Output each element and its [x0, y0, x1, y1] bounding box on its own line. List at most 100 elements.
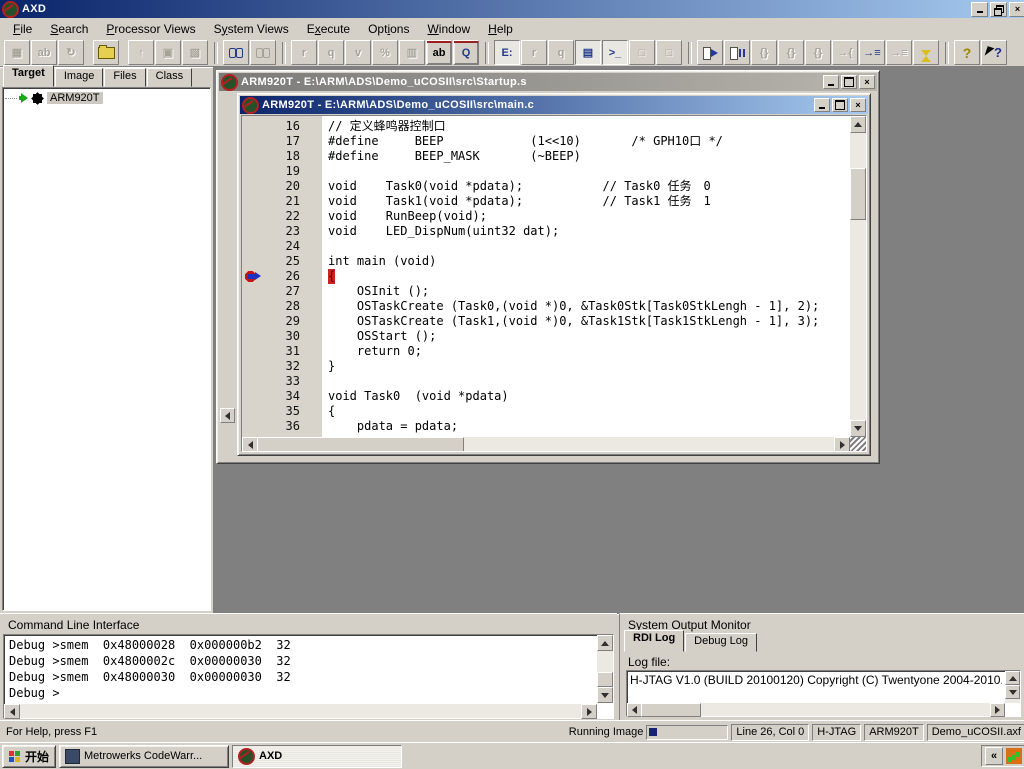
minimize-button[interactable] [971, 2, 988, 17]
cli-vscroll-thumb[interactable] [597, 672, 613, 687]
code-text: #define BEEP_MASK (~BEEP) [328, 149, 581, 164]
log-hscrollbar[interactable] [627, 703, 1005, 716]
log-vscroll-up-arrow[interactable] [1005, 671, 1020, 685]
app-titlebar[interactable]: AXD × [0, 0, 1024, 18]
log-file-box[interactable]: H-JTAG V1.0 (BUILD 20100120) Copyright (… [626, 670, 1021, 717]
hscroll-right-arrow[interactable] [834, 437, 850, 452]
menu-execute[interactable]: Execute [298, 20, 359, 38]
tab-debug-log[interactable]: Debug Log [685, 633, 757, 652]
tray-chevron-button[interactable]: « [985, 747, 1003, 765]
target-tree[interactable]: ARM920T [2, 87, 211, 611]
main-maximize-button[interactable] [832, 98, 848, 112]
system-tray: « [981, 745, 1024, 767]
log-vscrollbar[interactable] [1005, 671, 1020, 703]
close-button[interactable]: × [1009, 2, 1024, 17]
wait-button[interactable] [913, 40, 939, 65]
startup-close-button[interactable]: × [859, 75, 875, 89]
manage-images-button: ↻ [58, 40, 84, 65]
log-hscroll-left-arrow[interactable] [627, 703, 642, 717]
cli-vscroll-down-arrow[interactable] [597, 687, 613, 703]
status-pane-1: H-JTAG [812, 724, 861, 741]
cli-output-line: Debug > [6, 685, 595, 701]
status-bar: For Help, press F1 Running Image Line 26… [0, 720, 1024, 743]
help-button[interactable]: ? [954, 40, 980, 65]
main-titlebar[interactable]: ARM920T - E:\ARM\ADS\Demo_uCOSII\src\mai… [240, 96, 868, 114]
log-vscroll-down-arrow[interactable] [1005, 685, 1020, 699]
console-window-button[interactable]: >_ [602, 40, 628, 65]
code-vscrollbar[interactable] [850, 116, 866, 437]
main-title: ARM920T - E:\ARM\ADS\Demo_uCOSII\src\mai… [262, 99, 811, 111]
startup-hscroll-left-arrow[interactable] [220, 408, 235, 423]
menu-help[interactable]: Help [479, 20, 522, 38]
hscroll-left-arrow[interactable] [242, 437, 258, 452]
vscroll-down-arrow[interactable] [850, 420, 866, 437]
call-stack-button: % [372, 40, 398, 65]
folder-open-icon [98, 47, 115, 59]
startup-titlebar[interactable]: ARM920T - E:\ARM\ADS\Demo_uCOSII\src\Sta… [219, 73, 877, 91]
menu-system-views[interactable]: System Views [205, 20, 298, 38]
startup-maximize-button[interactable] [841, 75, 857, 89]
disassembly-button[interactable]: ab [426, 40, 452, 65]
hscroll-thumb[interactable] [257, 437, 464, 452]
tab-class[interactable]: Class [147, 68, 193, 87]
tree-item-arm920t[interactable]: ARM920T [3, 88, 210, 108]
code-view[interactable]: 16// 定义蜂鸣器控制口17 #define BEEP (1<<10) /* G… [241, 115, 867, 452]
processor-chip-icon [33, 94, 42, 103]
cli-hscrollbar[interactable] [4, 704, 597, 718]
binoculars-icon [256, 48, 270, 57]
code-hscrollbar[interactable] [242, 437, 850, 451]
code-line-16: 16// 定义蜂鸣器控制口 [242, 119, 850, 134]
target-panel-tabs: TargetImageFilesClass [2, 68, 211, 87]
tab-files[interactable]: Files [104, 68, 145, 87]
open-file-button[interactable] [93, 40, 119, 65]
menu-window[interactable]: Window [418, 20, 479, 38]
step-in-button: {} [751, 40, 777, 65]
source-search-button[interactable]: Q [453, 40, 479, 65]
axd-doc-icon [242, 97, 259, 114]
tab-rdi-log[interactable]: RDI Log [624, 630, 684, 652]
run-to-cursor-button: →{ [832, 40, 858, 65]
cli-vscrollbar[interactable] [597, 635, 613, 703]
running-image-label: Running Image [569, 726, 644, 738]
log-hscroll-right-arrow[interactable] [990, 703, 1005, 717]
cli-panel-title: Command Line Interface [0, 614, 617, 634]
context-help-button[interactable] [981, 40, 1007, 65]
find-in-files-button[interactable] [223, 40, 249, 65]
log-hscroll-thumb[interactable] [641, 703, 701, 717]
output-list-window-button[interactable]: ▤ [575, 40, 601, 65]
code-text: pdata = pdata; [328, 419, 458, 434]
cli-vscroll-up-arrow[interactable] [597, 635, 613, 651]
menu-search[interactable]: Search [41, 20, 97, 38]
code-text: #define BEEP (1<<10) /* GPH10口 */ [328, 134, 723, 149]
startup-minimize-button[interactable] [823, 75, 839, 89]
vscroll-up-arrow[interactable] [850, 116, 866, 133]
reload-source-button: ab [31, 40, 57, 65]
menu-options[interactable]: Options [359, 20, 418, 38]
taskbar-button-metrowerks-codewarr-[interactable]: Metrowerks CodeWarr... [59, 745, 229, 768]
toolbar-separator [282, 42, 286, 64]
resize-grip[interactable] [850, 437, 866, 451]
target-view-button[interactable]: E: [494, 40, 520, 65]
restore-button[interactable] [990, 2, 1007, 17]
cli-hscroll-left-arrow[interactable] [4, 704, 20, 719]
start-button[interactable]: 开始 [2, 745, 56, 768]
reload-image-button: ▦ [4, 40, 30, 65]
tab-image[interactable]: Image [55, 68, 104, 87]
taskbar-button-axd[interactable]: AXD [232, 745, 402, 768]
code-text: return 0; [328, 344, 422, 359]
cli-output[interactable]: Debug >smem 0x48000028 0x000000b2 32Debu… [3, 634, 614, 719]
tab-target[interactable]: Target [3, 65, 54, 87]
menu-processor-views[interactable]: Processor Views [97, 20, 204, 38]
cli-hscroll-right-arrow[interactable] [581, 704, 597, 719]
toggle-breakpoint-button[interactable]: →≡ [859, 40, 885, 65]
go-button[interactable] [697, 40, 723, 65]
line-number: 23 [242, 224, 300, 239]
pause-icon [730, 47, 744, 59]
stop-button[interactable] [724, 40, 750, 65]
main-close-button[interactable]: × [850, 98, 866, 112]
main-minimize-button[interactable] [814, 98, 830, 112]
hjtag-tray-icon[interactable] [1006, 748, 1022, 764]
line-number: 17 [242, 134, 300, 149]
menu-file[interactable]: File [4, 20, 41, 38]
vscroll-thumb[interactable] [850, 168, 866, 220]
